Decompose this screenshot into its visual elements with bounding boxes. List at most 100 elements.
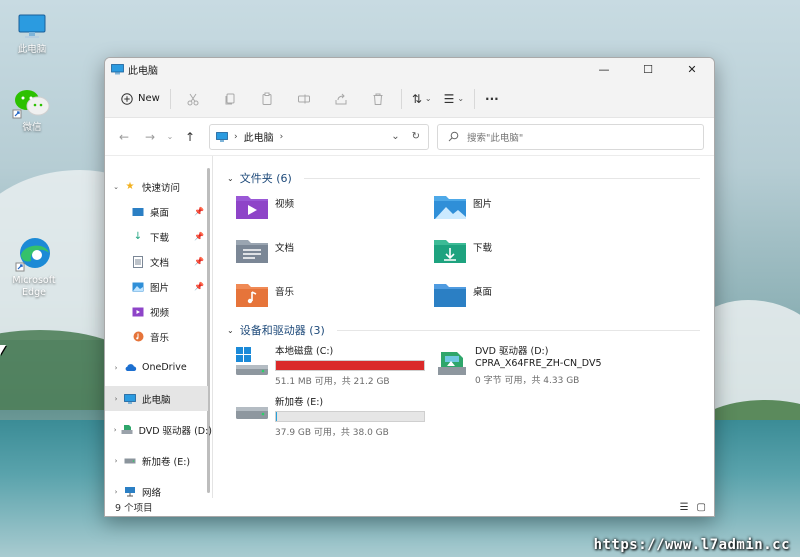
folder-name: 音乐 [275,287,295,298]
share-button[interactable] [323,85,360,113]
title-bar[interactable]: 此电脑 — ☐ ✕ [105,58,714,80]
nav-label: 网络 [142,487,162,499]
chevron-right-icon[interactable]: › [109,395,123,403]
up-button[interactable]: ↑ [177,130,203,144]
share-icon [335,93,347,104]
chevron-right-icon[interactable]: › [109,488,123,496]
network-icon [123,486,137,498]
file-explorer-window: 此电脑 — ☐ ✕ New ⇅ ⌄ ☰ ⌄ ··· ← → ⌄ ↑ › 此电脑 … [104,57,715,517]
nav-item-music[interactable]: 音乐 [105,324,212,349]
desktop-icon-label: 此电脑 [17,44,47,55]
nav-label: 视频 [150,307,170,319]
more-options-button[interactable]: ··· [479,85,505,113]
breadcrumb-chevron-icon: › [234,131,238,142]
minimize-button[interactable]: — [582,58,626,80]
folders-group-header[interactable]: ⌄ 文件夹 (6) [227,168,708,188]
nav-label: DVD 驱动器 (D:) [138,425,212,437]
search-placeholder: 搜索"此电脑" [467,132,524,144]
breadcrumb-chevron-icon[interactable]: › [280,132,284,142]
folder-name: 图片 [473,199,493,210]
nav-onedrive[interactable]: › OneDrive [105,355,212,380]
chevron-right-icon[interactable]: › [109,426,121,434]
chevron-down-icon[interactable]: ⌄ [109,183,123,191]
videos-folder-icon [236,196,268,219]
copy-button[interactable] [212,85,249,113]
cut-button[interactable] [175,85,212,113]
chevron-right-icon[interactable]: › [109,457,123,465]
monitor-icon [18,14,46,38]
drive-d[interactable]: DVD 驱动器 (D:) CPRA_X64FRE_ZH-CN_DV5 0 字节 … [435,346,635,387]
drives-grid: 本地磁盘 (C:) 51.1 MB 可用，共 21.2 GB DVD 驱动器 (… [227,340,708,438]
folders-header-label: 文件夹 (6) [239,172,292,185]
refresh-button[interactable]: ↻ [412,131,420,142]
nav-item-documents[interactable]: 文档 📌 [105,249,212,274]
folder-documents[interactable]: 文档 [235,236,433,268]
drive-e[interactable]: 新加卷 (E:) 37.9 GB 可用，共 38.0 GB [235,397,435,438]
recent-locations-button[interactable]: ⌄ [163,132,177,141]
arrow-up-icon: ↑ [184,129,196,144]
desktop-icon-label: Microsoft Edge [12,275,56,298]
nav-item-pictures[interactable]: 图片 📌 [105,274,212,299]
folder-music[interactable]: 音乐 [235,280,433,312]
drives-group-header[interactable]: ⌄ 设备和驱动器 (3) [227,320,708,340]
nav-item-desktop[interactable]: 桌面 📌 [105,199,212,224]
nav-dvd-drive[interactable]: › DVD 驱动器 (D:) [105,417,212,442]
new-button[interactable]: New [115,89,166,109]
nav-item-downloads[interactable]: ↓ 下载 📌 [105,224,212,249]
address-history-dropdown[interactable]: ⌄ [391,131,399,142]
drive-c[interactable]: 本地磁盘 (C:) 51.1 MB 可用，共 21.2 GB [235,346,435,387]
pin-icon: 📌 [194,232,204,241]
drive-icon [236,407,268,419]
folder-downloads[interactable]: 下载 [433,236,631,268]
pin-icon: 📌 [194,257,204,266]
desktop-icon-this-pc[interactable]: 此电脑 [0,10,64,56]
large-icons-view-button[interactable]: ▢ [697,502,706,513]
star-icon: ★ [125,181,135,192]
toolbar-separator [400,88,402,109]
chevron-down-icon[interactable]: ⌄ [227,174,234,183]
desktop-icon-wechat[interactable]: 微信 [0,86,64,134]
breadcrumb-this-pc[interactable]: 此电脑 [244,129,274,144]
drive-name: DVD 驱动器 (D:) [475,346,549,357]
close-button[interactable]: ✕ [670,58,714,80]
rename-button[interactable] [286,85,323,113]
edge-icon [15,238,50,272]
chevron-down-icon: ⌄ [424,94,432,103]
forward-button[interactable]: → [137,130,163,144]
chevron-down-icon[interactable]: ⌄ [227,326,234,335]
nav-label: 图片 [150,282,170,294]
dvd-drive-icon [121,424,133,436]
details-view-button[interactable]: ☰ [680,502,689,513]
sort-button[interactable]: ⇅ ⌄ [406,85,438,113]
nav-quick-access[interactable]: ⌄ ★ 快速访问 [105,174,212,199]
search-input[interactable]: 搜索"此电脑" [437,123,704,150]
maximize-button[interactable]: ☐ [626,58,670,80]
desktop-icon-edge[interactable]: Microsoft Edge [2,235,66,299]
picture-icon [131,281,145,293]
nav-label: 新加卷 (E:) [142,456,191,468]
copy-icon [225,93,235,104]
nav-this-pc[interactable]: › 此电脑 [105,386,208,411]
status-bar: 9 个项目 ☰ ▢ [105,498,714,516]
folder-videos[interactable]: 视频 [235,192,433,224]
group-divider [303,177,700,179]
group-divider [336,329,700,331]
scissors-icon [187,93,199,105]
chevron-right-icon[interactable]: › [109,364,123,372]
drive-usage-fill [276,361,424,370]
paste-button[interactable] [249,85,286,113]
watermark-text: https://www.l7admin.cc [593,537,790,553]
nav-new-volume[interactable]: › 新加卷 (E:) [105,448,212,473]
address-bar[interactable]: › 此电脑 › ⌄ ↻ [209,123,429,150]
back-button[interactable]: ← [111,130,137,144]
toolbar-separator [474,88,476,109]
folder-desktop[interactable]: 桌面 [433,280,631,312]
command-bar: New ⇅ ⌄ ☰ ⌄ ··· [105,80,714,118]
folder-pictures[interactable]: 图片 [433,192,631,224]
nav-item-videos[interactable]: 视频 [105,299,212,324]
drive-space: 0 字节 可用，共 4.33 GB [475,376,580,386]
plus-circle-icon [121,92,133,105]
delete-button[interactable] [360,85,397,113]
folder-name: 视频 [275,199,295,210]
view-button[interactable]: ☰ ⌄ [438,85,470,113]
